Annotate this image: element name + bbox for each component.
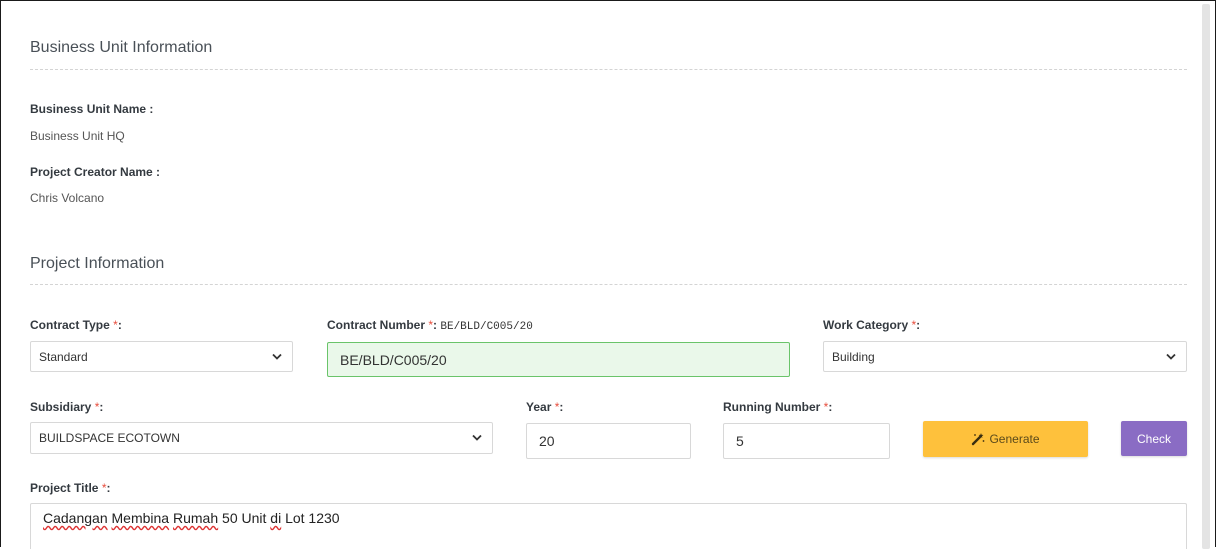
contract-type-label: Contract Type *: bbox=[30, 318, 122, 332]
business-unit-name-label: Business Unit Name : bbox=[30, 102, 154, 116]
magic-wand-icon bbox=[972, 433, 985, 446]
running-number-label: Running Number *: bbox=[723, 400, 833, 414]
form-panel: Business Unit Information Business Unit … bbox=[0, 0, 1216, 549]
project-title-textarea[interactable]: Cadangan Membina Rumah 50 Unit di Lot 12… bbox=[30, 503, 1187, 549]
project-creator-label: Project Creator Name : bbox=[30, 165, 161, 179]
generate-label: Generate bbox=[989, 432, 1040, 446]
check-label: Check bbox=[1136, 431, 1171, 446]
running-number-value: 5 bbox=[736, 433, 744, 449]
vertical-scrollbar[interactable] bbox=[1202, 4, 1210, 549]
section-divider bbox=[30, 69, 1187, 70]
project-title-value: Cadangan Membina Rumah 50 Unit di Lot 12… bbox=[43, 510, 340, 526]
contract-number-value: BE/BLD/C005/20 bbox=[340, 351, 447, 368]
project-title-label: Project Title *: bbox=[30, 481, 111, 495]
subsidiary-select[interactable]: BUILDSPACE ECOTOWN bbox=[30, 422, 493, 454]
contract-type-select[interactable]: Standard bbox=[30, 341, 293, 372]
contract-number-input[interactable]: BE/BLD/C005/20 bbox=[327, 342, 790, 377]
year-value: 20 bbox=[539, 433, 555, 449]
chevron-down-icon bbox=[1166, 353, 1176, 360]
contract-number-label: Contract Number *: BE/BLD/C005/20 bbox=[327, 318, 533, 333]
check-button[interactable]: Check bbox=[1121, 421, 1187, 456]
contract-type-value: Standard bbox=[39, 349, 88, 364]
section-divider bbox=[30, 284, 1187, 285]
work-category-label: Work Category *: bbox=[823, 318, 921, 332]
contract-number-preview: BE/BLD/C005/20 bbox=[440, 321, 533, 333]
running-number-input[interactable]: 5 bbox=[723, 423, 890, 459]
business-unit-name-value: Business Unit HQ bbox=[30, 129, 125, 143]
year-input[interactable]: 20 bbox=[526, 423, 691, 459]
subsidiary-label: Subsidiary *: bbox=[30, 400, 104, 414]
subsidiary-value: BUILDSPACE ECOTOWN bbox=[39, 431, 180, 445]
work-category-select[interactable]: Building bbox=[823, 341, 1187, 372]
project-creator-value: Chris Volcano bbox=[30, 191, 105, 205]
work-category-value: Building bbox=[832, 349, 875, 364]
business-unit-section-title: Business Unit Information bbox=[30, 39, 213, 56]
chevron-down-icon bbox=[272, 353, 282, 360]
year-label: Year *: bbox=[526, 400, 564, 414]
generate-button[interactable]: Generate bbox=[923, 421, 1088, 457]
chevron-down-icon bbox=[472, 434, 482, 441]
project-section-title: Project Information bbox=[30, 255, 165, 272]
